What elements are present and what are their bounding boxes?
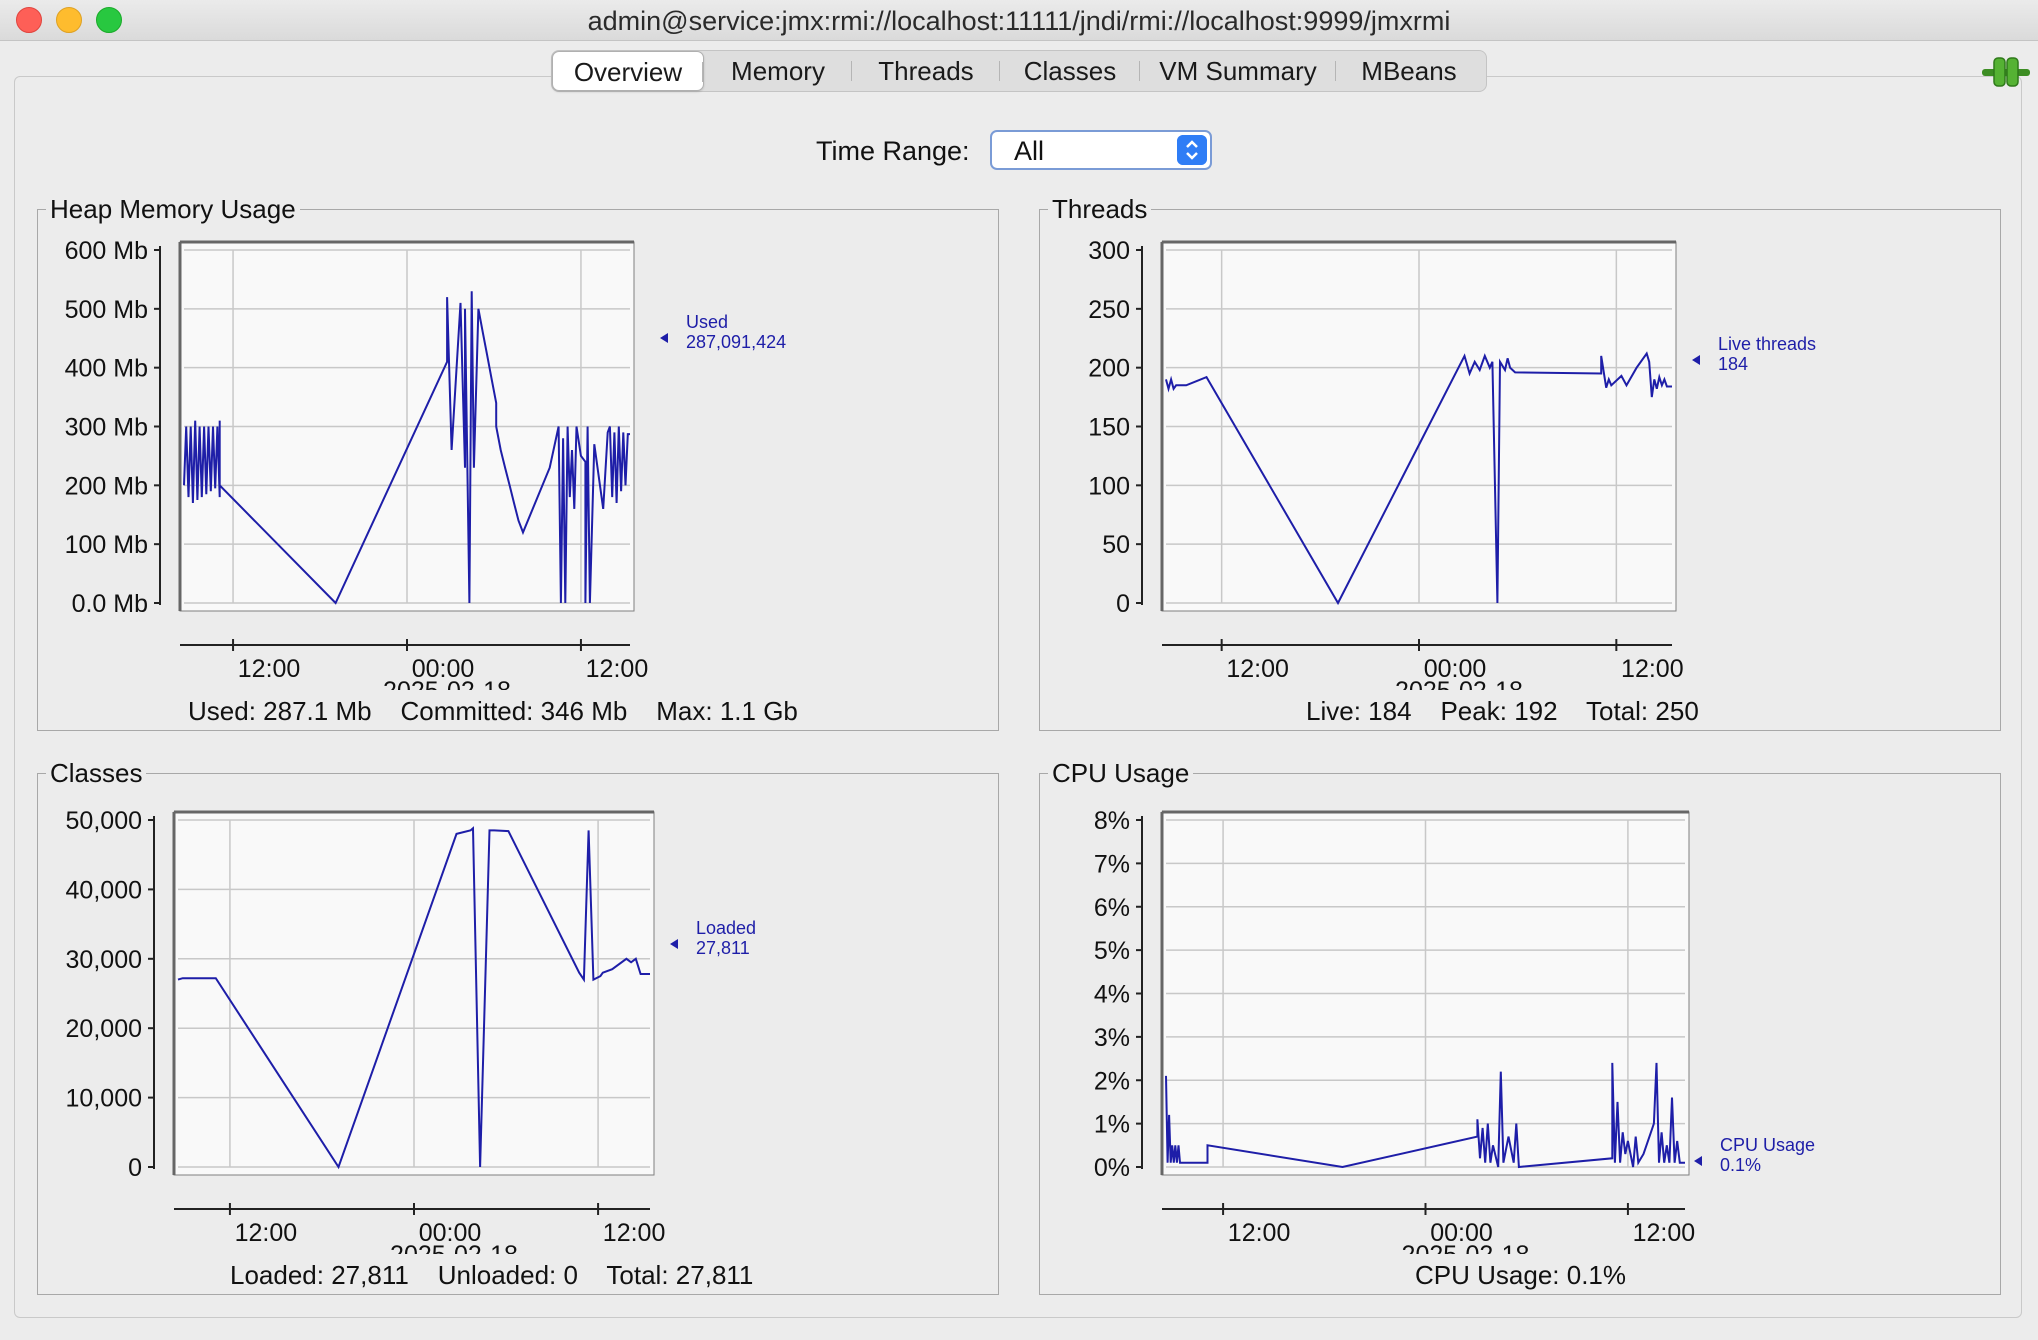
y-tick-label: 250 [1088,296,1130,324]
x-tick-label: 12:00 [1621,655,1684,683]
window-title: admin@service:jmx:rmi://localhost:11111/… [587,6,1451,36]
classes-unloaded-value: 0 [563,1260,578,1290]
heap-used-label: Used: [188,696,256,726]
threads-total-value: 250 [1655,696,1699,726]
legend-name: Live threads [1718,334,1816,354]
heap-used-value: 287.1 Mb [263,696,372,726]
y-tick-label: 7% [1094,850,1130,878]
threads-total-label: Total: [1586,696,1649,726]
cpu-usage-summary: CPU Usage: 0.1% [1415,1260,1626,1291]
x-date-label: 2025-02-18 [390,1241,518,1254]
heap-memory-title: Heap Memory Usage [46,194,300,225]
legend-marker [1692,355,1700,365]
y-tick-label: 5% [1094,937,1130,965]
y-tick-label: 4% [1094,981,1130,1009]
tab-classes[interactable]: Classes [1000,51,1140,91]
classes-summary: Loaded: 27,811 Unloaded: 0 Total: 27,811 [230,1260,753,1291]
y-tick-label: 100 [1088,472,1130,500]
legend-name: Loaded [696,918,756,938]
x-date-label: 2025-02-18 [1402,1241,1530,1254]
y-tick-label: 200 Mb [65,472,148,500]
classes-total-label: Total: [606,1260,669,1290]
threads-title: Threads [1048,194,1152,225]
y-tick-label: 2% [1094,1067,1130,1095]
threads-peak-value: 192 [1514,696,1558,726]
y-tick-label: 8% [1094,807,1130,835]
legend-name: CPU Usage [1720,1135,1815,1155]
y-tick-label: 3% [1094,1024,1130,1052]
x-tick-label: 12:00 [1633,1219,1696,1247]
tab-mbeans[interactable]: MBeans [1336,51,1482,91]
tab-memory[interactable]: Memory [704,51,852,91]
tab-threads[interactable]: Threads [852,51,1000,91]
tab-overview[interactable]: Overview [552,51,704,91]
legend-marker [1694,1156,1702,1166]
heap-memory-chart: 0.0 Mb 100 Mb 200 Mb 300 Mb 400 Mb 500 Mb 600 … [65,237,787,690]
y-tick-label: 0 [128,1154,142,1182]
heap-max-value: 1.1 Gb [719,696,798,726]
threads-chart: 05010015020025030012:0000:0012:002025-02… [1088,237,1816,690]
y-tick-label: 500 Mb [65,296,148,324]
y-tick-label: 6% [1094,894,1130,922]
tab-bar: Overview Memory Threads Classes VM Summa… [551,50,1487,92]
threads-live-value: 184 [1368,696,1412,726]
x-date-label: 2025-02-18 [1395,677,1523,690]
y-tick-label: 20,000 [66,1015,142,1043]
y-tick-label: 50,000 [66,807,142,835]
time-range-value: All [1014,136,1045,166]
y-tick-label: 0 [1116,590,1130,618]
y-tick-label: 0.0 Mb [72,590,148,618]
cpu-usage-label: CPU Usage: [1415,1260,1560,1290]
up-down-chevron-icon [1177,135,1207,165]
y-tick-label: 150 [1088,414,1130,442]
cpu-usage-value: 0.1% [1566,1260,1626,1290]
cpu-usage-chart: 0%1%2%3%4%5%6%7%8%12:0000:0012:002025-02… [1094,807,1815,1254]
heap-committed-label: Committed: [400,696,534,726]
heap-memory-summary: Used: 287.1 Mb Committed: 346 Mb Max: 1.… [188,696,798,727]
x-tick-label: 12:00 [586,655,649,683]
y-tick-label: 100 Mb [65,531,148,559]
y-tick-label: 40,000 [66,876,142,904]
time-range-label: Time Range: [816,136,970,166]
y-tick-label: 300 [1088,237,1130,265]
y-tick-label: 300 Mb [65,414,148,442]
classes-unloaded-label: Unloaded: [437,1260,557,1290]
legend-value: 287,091,424 [686,332,786,352]
y-tick-label: 200 [1088,355,1130,383]
x-tick-label: 12:00 [235,1219,298,1247]
heap-max-label: Max: [656,696,713,726]
legend-name: Used [686,312,728,332]
time-range-select[interactable]: All [990,130,1212,170]
classes-total-value: 27,811 [675,1260,754,1290]
x-tick-label: 12:00 [1226,655,1289,683]
legend-marker [670,939,678,949]
legend-marker [660,333,668,343]
y-tick-label: 30,000 [66,946,142,974]
threads-peak-label: Peak: [1440,696,1507,726]
legend-value: 0.1% [1720,1155,1761,1175]
x-tick-label: 12:00 [238,655,301,683]
y-tick-label: 400 Mb [65,355,148,383]
y-tick-label: 600 Mb [65,237,148,265]
legend-value: 184 [1718,354,1748,374]
x-tick-label: 12:00 [1228,1219,1291,1247]
cpu-usage-title: CPU Usage [1048,758,1194,789]
y-tick-label: 0% [1094,1154,1130,1182]
window-titlebar: admin@service:jmx:rmi://localhost:11111/… [0,0,2038,41]
classes-loaded-value: 27,811 [331,1260,409,1290]
classes-chart: 010,00020,00030,00040,00050,00012:00 00:0… [66,807,757,1254]
threads-live-label: Live: [1306,696,1361,726]
x-tick-label: 12:00 [603,1219,666,1247]
heap-committed-value: 346 Mb [540,696,628,726]
threads-summary: Live: 184 Peak: 192 Total: 250 [1306,696,1699,727]
y-tick-label: 10,000 [66,1085,142,1113]
classes-title: Classes [46,758,147,789]
y-tick-label: 1% [1094,1111,1130,1139]
tab-vm-summary[interactable]: VM Summary [1140,51,1336,91]
y-tick-label: 50 [1102,531,1130,559]
plug-connected-icon[interactable] [1982,54,2030,90]
classes-loaded-label: Loaded: [230,1260,324,1290]
x-date-label: 2025-02-18 [383,677,511,690]
legend-value: 27,811 [696,938,750,958]
